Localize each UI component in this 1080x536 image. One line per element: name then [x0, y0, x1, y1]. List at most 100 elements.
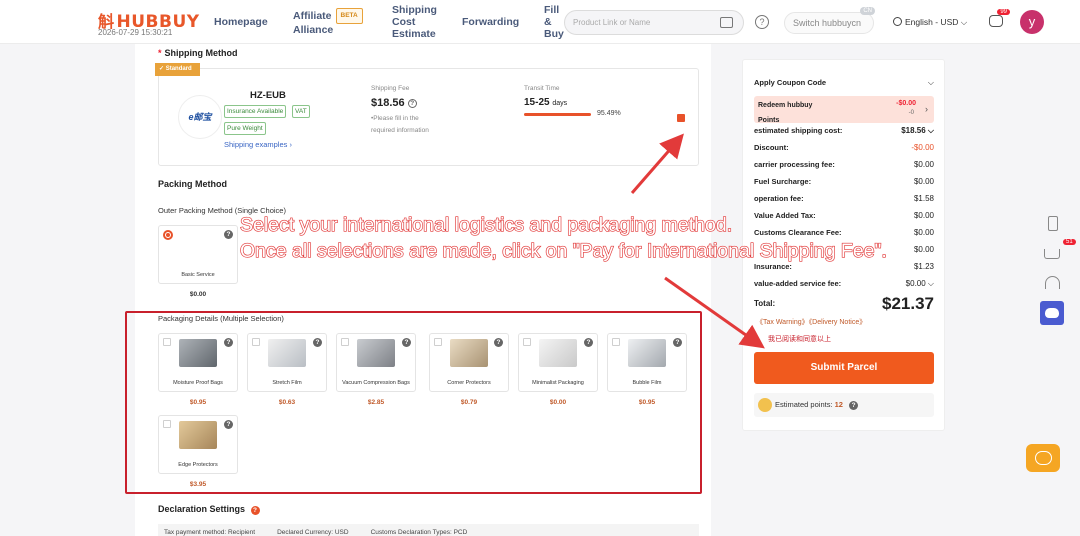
message-icon[interactable]: 99	[989, 9, 1010, 27]
fee-row-insurance: Insurance: $1.23	[754, 262, 934, 271]
fee-value: $1.58	[913, 194, 934, 203]
standard-tag: ✓ Standard	[155, 63, 200, 76]
nav-shipping-estimate[interactable]: Shipping Cost Estimate	[392, 0, 437, 44]
apply-coupon-row[interactable]: Apply Coupon Code ⌵	[754, 78, 934, 87]
total-label: Total:	[754, 299, 776, 308]
redeem-points-row[interactable]: Redeem hubbuy Points -$0.00 -0 ›	[754, 96, 934, 124]
top-header: 斛 HUBBUY 2026-07-29 15:30:21 Homepage Aff…	[0, 0, 1080, 44]
nav-shipping-line1: Shipping	[392, 4, 437, 16]
fee-amount: $0.00	[905, 279, 926, 288]
declaration-help-icon[interactable]: ?	[250, 506, 260, 515]
shipping-select-checkbox[interactable]	[677, 114, 685, 122]
fee-value: $0.00 ⌵	[905, 279, 934, 288]
declaration-summary-row: Tax payment method: Recipient Declared Cu…	[158, 524, 699, 536]
switch-site-button[interactable]: Switch hubbuycn CN	[784, 7, 875, 34]
timestamp: 2026-07-29 15:30:21	[98, 28, 173, 37]
points-label: Estimated points:	[775, 400, 833, 409]
fee-note: •Please fill in the required information	[371, 115, 429, 134]
declared-currency: Declared Currency: USD	[277, 529, 349, 536]
mobile-app-icon[interactable]	[1040, 211, 1064, 235]
nav-affiliate-line1: Affiliate BETA	[293, 8, 363, 24]
submit-parcel-button[interactable]: Submit Parcel	[754, 352, 934, 384]
fee-value: $1.23	[913, 262, 934, 271]
packing-method-title: Packing Method	[158, 179, 228, 189]
packaging-highlight-box	[125, 311, 702, 494]
pill-pure-weight: Pure Weight	[224, 122, 266, 135]
redeem-label-line1: Redeem hubbuy	[758, 102, 813, 109]
image-search-icon[interactable]	[720, 17, 733, 28]
fee-label: operation fee:	[754, 194, 804, 203]
on-time-rate: 95.49%	[597, 110, 621, 117]
chevron-down-icon: ⌵	[927, 78, 934, 87]
nav-fill-line2: &	[544, 16, 552, 28]
nav-affiliate-line2: Alliance	[293, 24, 334, 36]
fee-row-operation: operation fee: $1.58	[754, 194, 934, 203]
fee-value: $0.00	[913, 245, 934, 254]
points-help-icon[interactable]: ?	[849, 401, 859, 410]
discord-icon[interactable]	[1040, 301, 1064, 325]
declaration-settings-title: Declaration Settings ?	[158, 504, 260, 515]
shipping-examples-link[interactable]: Shipping examples ›	[224, 140, 292, 149]
fee-row-vat: Value Added Tax: $0.00	[754, 211, 934, 220]
search-placeholder: Product Link or Name	[573, 18, 651, 27]
coupon-label: Apply Coupon Code	[754, 78, 827, 87]
nav-shipping-line3: Estimate	[392, 28, 436, 40]
on-time-rate-bar	[524, 113, 591, 116]
basic-service-help-icon[interactable]: ?	[224, 230, 233, 239]
fee-label: Insurance:	[754, 262, 792, 271]
fee-label: value-added service fee:	[754, 279, 842, 288]
fee-row-shipping: estimated shipping cost: $18.56 ⌵	[754, 126, 934, 135]
chat-icon[interactable]	[1026, 444, 1060, 472]
fee-row-fuel: Fuel Surcharge: $0.00	[754, 177, 934, 186]
nav-forwarding-label: Forwarding	[462, 16, 520, 28]
nav-fill-buy[interactable]: Fill & Buy	[544, 0, 564, 44]
cart-icon[interactable]: 51	[1040, 239, 1076, 265]
agree-text[interactable]: 我已阅读和同意以上	[768, 334, 831, 344]
fee-value: $18.56 ⌵	[901, 126, 934, 135]
shipping-method-title-text: Shipping Method	[164, 48, 238, 58]
fee-label: carrier processing fee:	[754, 160, 835, 169]
fee-label: Customs Clearance Fee:	[754, 228, 842, 237]
search-input[interactable]: Product Link or Name	[564, 10, 744, 35]
transit-time-label: Transit Time	[524, 85, 560, 92]
declaration-types: Customs Declaration Types: PCD	[370, 529, 468, 536]
message-badge: 99	[997, 9, 1010, 15]
fee-value: $0.00	[913, 211, 934, 220]
fee-row-discount: Discount: -$0.00	[754, 143, 934, 152]
cart-badge: 51	[1063, 239, 1076, 245]
pill-vat: VAT	[292, 105, 310, 118]
fee-value: $0.00	[913, 228, 934, 237]
nav-homepage[interactable]: Homepage	[214, 0, 268, 44]
nav-fill-line1: Fill	[544, 4, 560, 16]
nav-affiliate[interactable]: Affiliate BETA Alliance	[293, 0, 363, 44]
required-mark: *	[158, 48, 162, 58]
language-selector[interactable]: English - USD ⌵	[893, 17, 967, 28]
help-icon[interactable]: ?	[755, 15, 769, 29]
points-value: 12	[834, 400, 843, 409]
shipping-examples-text: Shipping examples	[224, 140, 288, 149]
notice-links[interactable]: 《Tax Warning》《Delivery Notice》	[756, 317, 866, 327]
basic-service-radio[interactable]	[163, 230, 173, 240]
shipping-method-title: * Shipping Method	[158, 48, 238, 58]
language-label: English - USD	[905, 17, 959, 27]
fee-amount: $18.56	[901, 126, 926, 135]
avatar[interactable]: y	[1020, 10, 1044, 34]
instruction-line-1: Select your international logistics and …	[239, 213, 733, 236]
nav-forwarding[interactable]: Forwarding	[462, 0, 519, 44]
fee-label: Discount:	[754, 143, 789, 152]
declaration-title-text: Declaration Settings	[158, 504, 246, 514]
shipping-fee-value: $18.56 ?	[371, 97, 417, 109]
nav-fill-line3: Buy	[544, 28, 564, 40]
fee-value: $0.00	[913, 177, 934, 186]
redeem-value: -$0.00	[896, 100, 916, 107]
fee-help-icon[interactable]: ?	[407, 99, 417, 108]
nav-shipping-line2: Cost	[392, 16, 416, 28]
support-headset-icon[interactable]	[1040, 271, 1064, 295]
carrier-name: HZ-EUB	[250, 90, 286, 101]
shipping-fee-label: Shipping Fee	[371, 85, 410, 92]
fee-row-carrier: carrier processing fee: $0.00	[754, 160, 934, 169]
basic-service-name: Basic Service	[181, 272, 215, 278]
transit-days: 15-25	[524, 97, 550, 108]
globe-icon	[893, 17, 902, 26]
nav-homepage-label: Homepage	[214, 16, 268, 28]
